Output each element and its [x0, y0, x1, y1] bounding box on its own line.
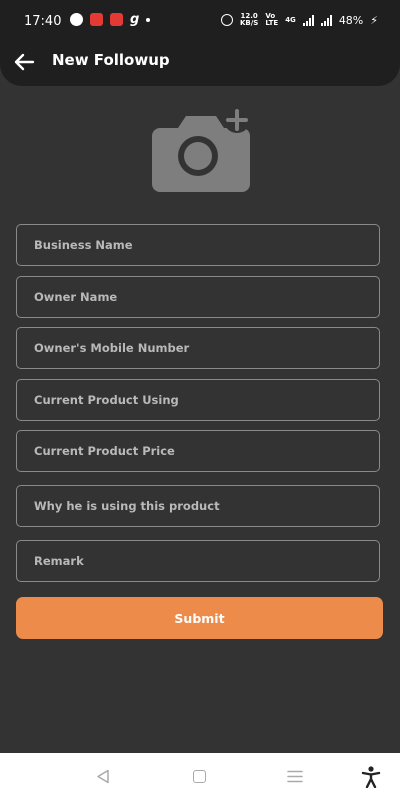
- status-bar: 17:40 g 12.0 KB/S Vo LTE 4G 48% ⚡: [0, 0, 400, 44]
- network-type: 4G: [285, 15, 296, 24]
- system-nav-bar: [0, 753, 400, 800]
- volte-bottom: LTE: [265, 19, 279, 27]
- status-icons: 12.0 KB/S Vo LTE 4G 48% ⚡: [220, 13, 378, 27]
- app-notification-icon: [110, 13, 123, 26]
- accessibility-icon[interactable]: [361, 766, 381, 788]
- app-header: New Followup: [0, 44, 400, 86]
- remark-input[interactable]: [16, 540, 380, 582]
- notification-icons: g: [70, 12, 151, 27]
- back-triangle-icon[interactable]: [96, 769, 110, 784]
- recents-menu-icon[interactable]: [287, 770, 303, 783]
- add-photo-camera-icon[interactable]: [150, 106, 252, 192]
- current-product-input[interactable]: [16, 379, 380, 421]
- whatsapp-icon: [70, 13, 83, 26]
- owner-name-input[interactable]: [16, 276, 380, 318]
- page-title: New Followup: [52, 51, 170, 69]
- wifi-signal-icon: [320, 14, 332, 26]
- status-time: 17:40: [24, 14, 62, 29]
- more-dot-icon: [146, 17, 151, 22]
- home-square-icon[interactable]: [193, 770, 206, 783]
- volte-indicator: Vo LTE: [265, 13, 278, 27]
- app-notification-icon: [90, 13, 103, 26]
- network-speed-unit: KB/S: [239, 19, 259, 27]
- network-speed: 12.0 KB/S: [240, 13, 258, 27]
- g-app-icon: g: [130, 12, 140, 27]
- current-product-price-input[interactable]: [16, 430, 380, 472]
- arrow-left-icon[interactable]: [12, 50, 36, 74]
- owner-mobile-input[interactable]: [16, 327, 380, 369]
- business-name-input[interactable]: [16, 224, 380, 266]
- product-reason-input[interactable]: [16, 485, 380, 527]
- alarm-icon: [220, 14, 233, 26]
- charging-icon: ⚡: [370, 13, 378, 27]
- signal-icon: [302, 14, 314, 26]
- battery-level: 48%: [338, 13, 364, 27]
- submit-button[interactable]: Submit: [16, 597, 383, 639]
